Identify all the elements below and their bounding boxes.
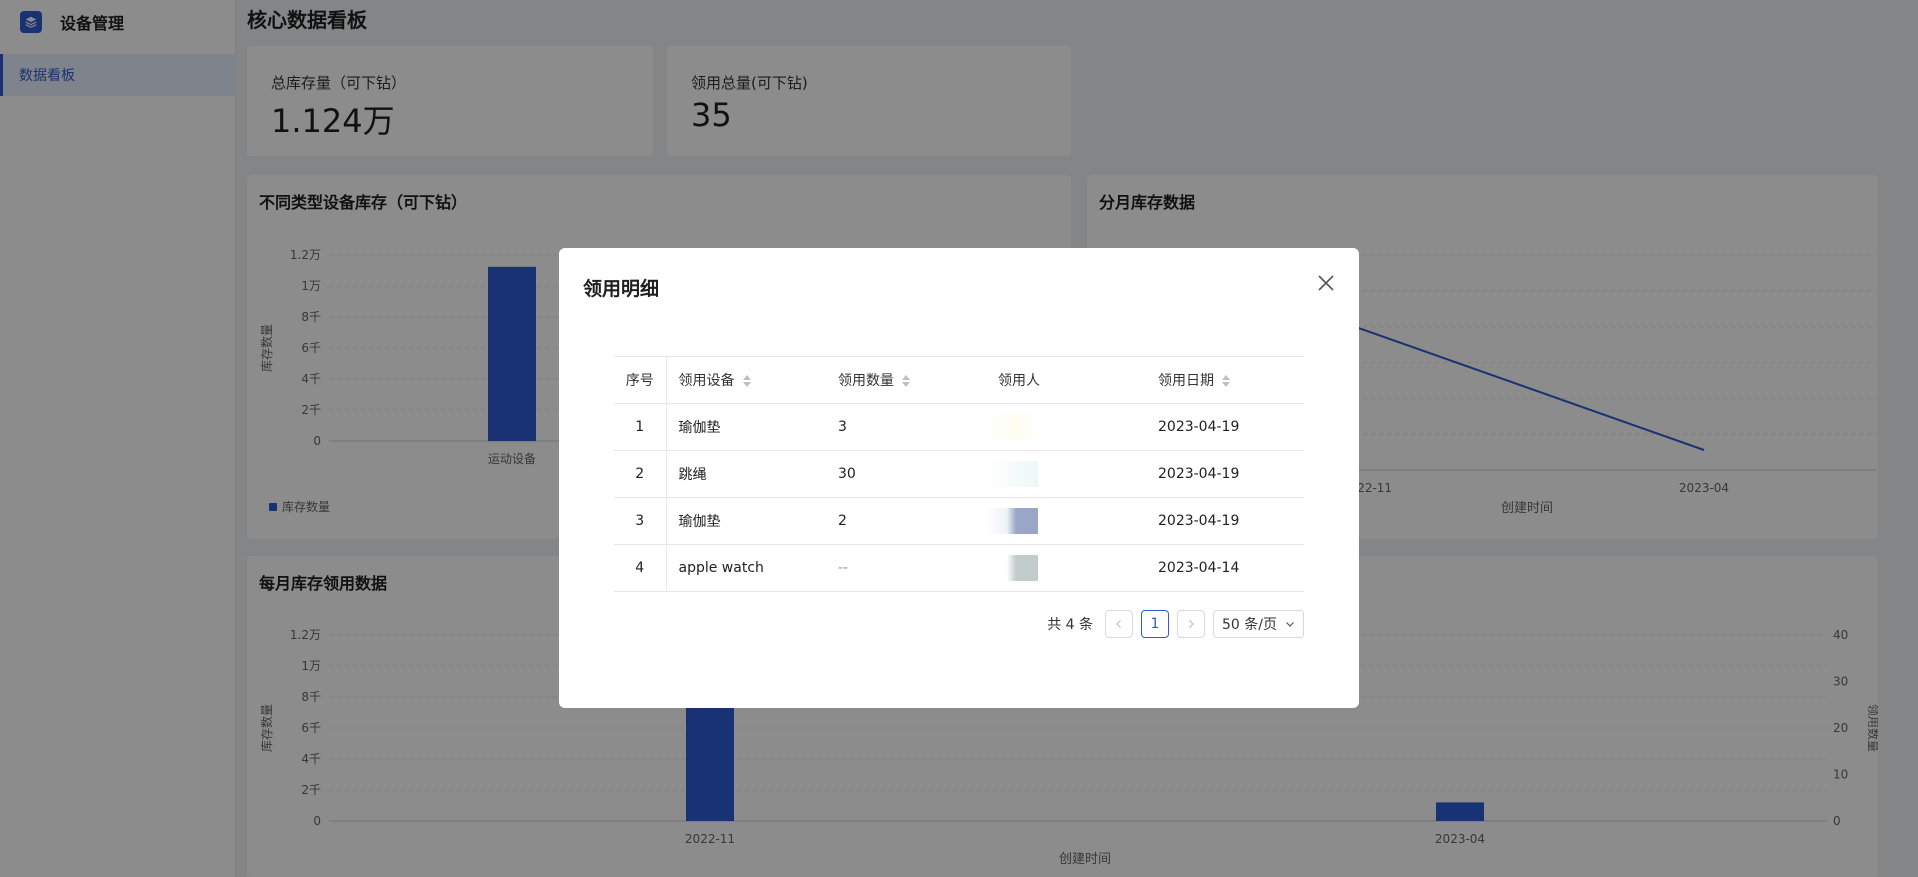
- cell-quantity: 2: [826, 497, 986, 545]
- avatar: [986, 414, 1038, 440]
- page-size-select[interactable]: 50 条/页: [1213, 610, 1304, 638]
- close-icon[interactable]: [1315, 272, 1337, 294]
- cell-quantity: 30: [826, 450, 986, 498]
- cell-date: 2023-04-19: [1146, 403, 1304, 451]
- column-header-quantity[interactable]: 领用数量: [826, 356, 986, 404]
- table-row: 1 瑜伽垫 3 2023-04-19: [614, 403, 1304, 451]
- usage-detail-modal: 领用明细 序号 领用设备 领用数量 领用人 领用日期 1 瑜伽垫 3 2023-…: [559, 248, 1359, 708]
- chevron-left-icon[interactable]: [1105, 610, 1134, 638]
- cell-quantity: 3: [826, 403, 986, 451]
- column-header-user: 领用人: [986, 356, 1146, 404]
- cell-user: [986, 403, 1146, 451]
- column-header-label: 领用设备: [678, 373, 735, 389]
- column-header-label: 领用数量: [838, 373, 894, 389]
- column-header-date[interactable]: 领用日期: [1146, 356, 1304, 404]
- cell-index: 1: [614, 403, 667, 451]
- cell-device: 跳绳: [666, 450, 826, 498]
- sort-icon[interactable]: [742, 375, 751, 387]
- cell-date: 2023-04-19: [1146, 497, 1304, 545]
- cell-user: [986, 497, 1146, 545]
- column-header-device[interactable]: 领用设备: [666, 356, 826, 404]
- chevron-down-icon: [1286, 622, 1294, 627]
- sort-icon[interactable]: [1222, 375, 1230, 387]
- column-header-index: 序号: [614, 356, 667, 404]
- cell-device: 瑜伽垫: [666, 497, 826, 545]
- avatar: [986, 461, 1038, 487]
- usage-detail-table: 序号 领用设备 领用数量 领用人 领用日期 1 瑜伽垫 3 2023-04-19…: [614, 356, 1304, 592]
- sort-icon[interactable]: [902, 375, 910, 387]
- avatar: [986, 508, 1038, 534]
- cell-date: 2023-04-14: [1146, 544, 1304, 592]
- cell-index: 3: [614, 497, 667, 545]
- pagination-page-1[interactable]: 1: [1141, 610, 1170, 638]
- pagination-total: 共 4 条: [1047, 617, 1094, 633]
- cell-index: 2: [614, 450, 667, 498]
- avatar: [986, 555, 1038, 581]
- table-row: 4 apple watch -- 2023-04-14: [614, 544, 1304, 592]
- table-row: 3 瑜伽垫 2 2023-04-19: [614, 497, 1304, 545]
- cell-quantity: --: [826, 544, 986, 592]
- page-size-value: 50 条/页: [1222, 617, 1277, 633]
- pagination: 共 4 条 1 50 条/页: [1047, 610, 1304, 638]
- cell-date: 2023-04-19: [1146, 450, 1304, 498]
- cell-index: 4: [614, 544, 667, 592]
- table-header-row: 序号 领用设备 领用数量 领用人 领用日期: [614, 356, 1304, 404]
- column-header-label: 领用日期: [1158, 373, 1214, 389]
- cell-device: apple watch: [666, 544, 826, 592]
- cell-user: [986, 450, 1146, 498]
- cell-device: 瑜伽垫: [666, 403, 826, 451]
- table-row: 2 跳绳 30 2023-04-19: [614, 450, 1304, 498]
- cell-user: [986, 544, 1146, 592]
- modal-title: 领用明细: [583, 278, 660, 300]
- chevron-right-icon[interactable]: [1177, 610, 1206, 638]
